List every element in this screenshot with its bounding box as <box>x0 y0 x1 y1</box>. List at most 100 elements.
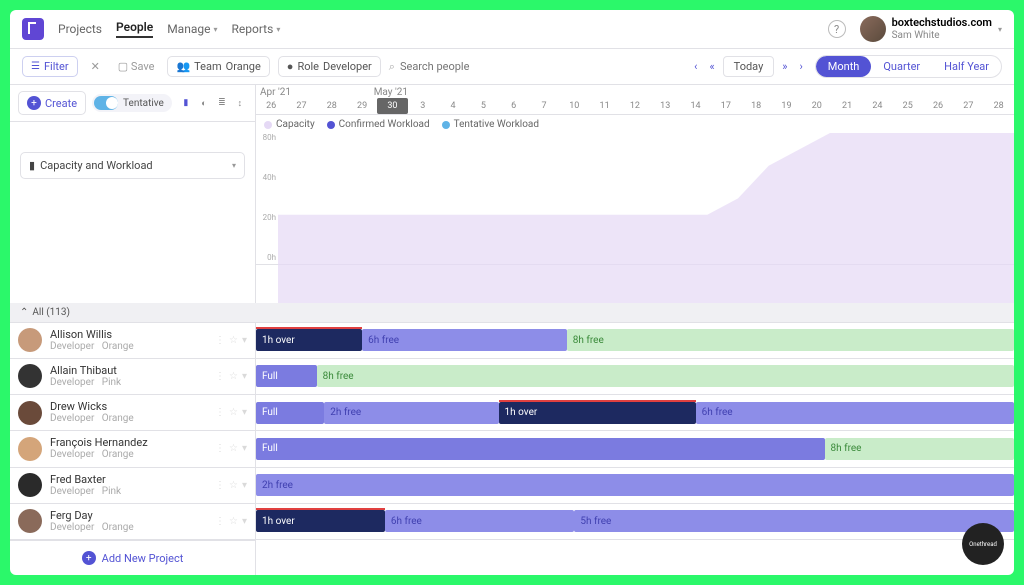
day-cell[interactable]: 12 <box>620 98 650 114</box>
star-icon[interactable]: ☆ <box>229 335 238 346</box>
add-project-button[interactable]: + Add New Project <box>10 540 256 575</box>
nav-manage[interactable]: Manage ▾ <box>167 22 217 36</box>
person-meta: Developer Orange <box>50 449 207 460</box>
user-menu[interactable]: boxtechstudios.com Sam White ▾ <box>860 16 1002 42</box>
help-icon[interactable]: ? <box>828 20 846 38</box>
allocation-segment[interactable]: 1h over <box>256 510 385 532</box>
day-cell[interactable]: 30 <box>377 98 407 114</box>
allocation-segment[interactable]: 6h free <box>696 402 1014 424</box>
pill-view-icon[interactable]: ◐ <box>196 95 212 111</box>
team-filter[interactable]: 👥Team Orange <box>167 56 269 77</box>
save-button[interactable]: ▢ Save <box>113 60 160 73</box>
person-timeline[interactable]: 2h free <box>256 468 1014 503</box>
day-cell[interactable]: 21 <box>832 98 862 114</box>
clear-icon[interactable]: ✕ <box>86 60 105 73</box>
metric-select[interactable]: ▮Capacity and Workload ▾ <box>20 152 245 179</box>
chevron-down-icon[interactable]: ▾ <box>242 407 247 418</box>
day-cell[interactable]: 4 <box>438 98 468 114</box>
day-cell[interactable]: 10 <box>559 98 589 114</box>
next-page-icon[interactable]: › <box>795 58 806 75</box>
chevron-down-icon[interactable]: ▾ <box>242 335 247 346</box>
day-cell[interactable]: 17 <box>711 98 741 114</box>
more-icon[interactable]: ⋮ <box>215 516 225 527</box>
allocation-segment[interactable]: 5h free <box>574 510 1014 532</box>
day-cell[interactable]: 27 <box>286 98 316 114</box>
day-cell[interactable]: 6 <box>499 98 529 114</box>
day-cell[interactable]: 7 <box>529 98 559 114</box>
tentative-toggle[interactable]: Tentative <box>92 94 172 112</box>
search-input[interactable] <box>400 60 520 73</box>
chevron-down-icon[interactable]: ▾ <box>242 443 247 454</box>
more-icon[interactable]: ⋮ <box>215 480 225 491</box>
allocation-segment[interactable]: Full <box>256 438 825 460</box>
allocation-segment[interactable]: 2h free <box>256 474 1014 496</box>
role-filter[interactable]: ●Role Developer <box>278 56 381 77</box>
day-cell[interactable]: 26 <box>923 98 953 114</box>
more-icon[interactable]: ⋮ <box>215 407 225 418</box>
view-month[interactable]: Month <box>816 56 872 77</box>
allocation-segment[interactable]: 8h free <box>317 365 1014 387</box>
day-cell[interactable]: 3 <box>408 98 438 114</box>
more-icon[interactable]: ⋮ <box>215 443 225 454</box>
day-cell[interactable]: 24 <box>862 98 892 114</box>
view-halfyear[interactable]: Half Year <box>932 56 1001 77</box>
star-icon[interactable]: ☆ <box>229 443 238 454</box>
allocation-segment[interactable]: 2h free <box>324 402 498 424</box>
nav-reports[interactable]: Reports ▾ <box>231 22 280 36</box>
collapse-icon[interactable]: ⌃ <box>20 307 28 318</box>
person-timeline[interactable]: Full2h free1h over6h free <box>256 395 1014 430</box>
allocation-segment[interactable]: 1h over <box>499 402 696 424</box>
allocation-segment[interactable]: 1h over <box>256 329 362 351</box>
filter-button[interactable]: ☰Filter <box>22 56 78 77</box>
day-cell[interactable]: 14 <box>680 98 710 114</box>
person-timeline[interactable]: Full8h free <box>256 431 1014 466</box>
prev-fast-icon[interactable]: « <box>705 58 718 75</box>
person-timeline[interactable]: 1h over6h free5h free <box>256 504 1014 539</box>
person-row: Allain Thibaut Developer Pink ⋮☆▾Full8h … <box>10 359 1014 395</box>
day-cell[interactable]: 28 <box>317 98 347 114</box>
nav-projects[interactable]: Projects <box>58 22 102 36</box>
create-button[interactable]: +Create <box>18 91 86 115</box>
view-quarter[interactable]: Quarter <box>871 56 932 77</box>
next-fast-icon[interactable]: » <box>778 58 791 75</box>
star-icon[interactable]: ☆ <box>229 371 238 382</box>
allocation-segment[interactable]: 8h free <box>567 329 1014 351</box>
allocation-segment[interactable]: 8h free <box>825 438 1015 460</box>
today-button[interactable]: Today <box>723 56 775 77</box>
day-cell[interactable]: 5 <box>468 98 498 114</box>
list-view-icon[interactable]: ≣ <box>214 95 230 111</box>
day-cell[interactable]: 26 <box>256 98 286 114</box>
day-cell[interactable]: 27 <box>953 98 983 114</box>
day-cell[interactable]: 13 <box>650 98 680 114</box>
avatar <box>18 509 42 533</box>
period-toggle[interactable]: Month Quarter Half Year <box>815 55 1002 78</box>
allocation-segment[interactable]: 6h free <box>362 329 567 351</box>
chevron-down-icon[interactable]: ▾ <box>242 371 247 382</box>
chevron-down-icon[interactable]: ▾ <box>242 516 247 527</box>
day-cell[interactable]: 25 <box>893 98 923 114</box>
star-icon[interactable]: ☆ <box>229 407 238 418</box>
allocation-segment[interactable]: Full <box>256 365 317 387</box>
allocation-segment[interactable]: Full <box>256 402 324 424</box>
day-cell[interactable]: 19 <box>771 98 801 114</box>
more-icon[interactable]: ⋮ <box>215 371 225 382</box>
more-icon[interactable]: ⋮ <box>215 335 225 346</box>
star-icon[interactable]: ☆ <box>229 516 238 527</box>
app-logo[interactable] <box>22 18 44 40</box>
day-cell[interactable]: 18 <box>741 98 771 114</box>
nav-people[interactable]: People <box>116 20 153 38</box>
day-cell[interactable]: 28 <box>984 98 1014 114</box>
day-cell[interactable]: 20 <box>802 98 832 114</box>
chevron-down-icon[interactable]: ▾ <box>242 480 247 491</box>
person-name: Fred Baxter <box>50 474 207 486</box>
allocation-segment[interactable]: 6h free <box>385 510 575 532</box>
star-icon[interactable]: ☆ <box>229 480 238 491</box>
prev-page-icon[interactable]: ‹ <box>690 58 701 75</box>
person-timeline[interactable]: 1h over6h free8h free <box>256 323 1014 358</box>
sort-icon[interactable]: ↕ <box>232 95 248 111</box>
person-timeline[interactable]: Full8h free <box>256 359 1014 394</box>
day-cell[interactable]: 11 <box>589 98 619 114</box>
chart-view-icon[interactable]: ▮ <box>178 95 194 111</box>
grid-header[interactable]: ⌃ All (113) <box>10 303 1014 323</box>
day-cell[interactable]: 29 <box>347 98 377 114</box>
